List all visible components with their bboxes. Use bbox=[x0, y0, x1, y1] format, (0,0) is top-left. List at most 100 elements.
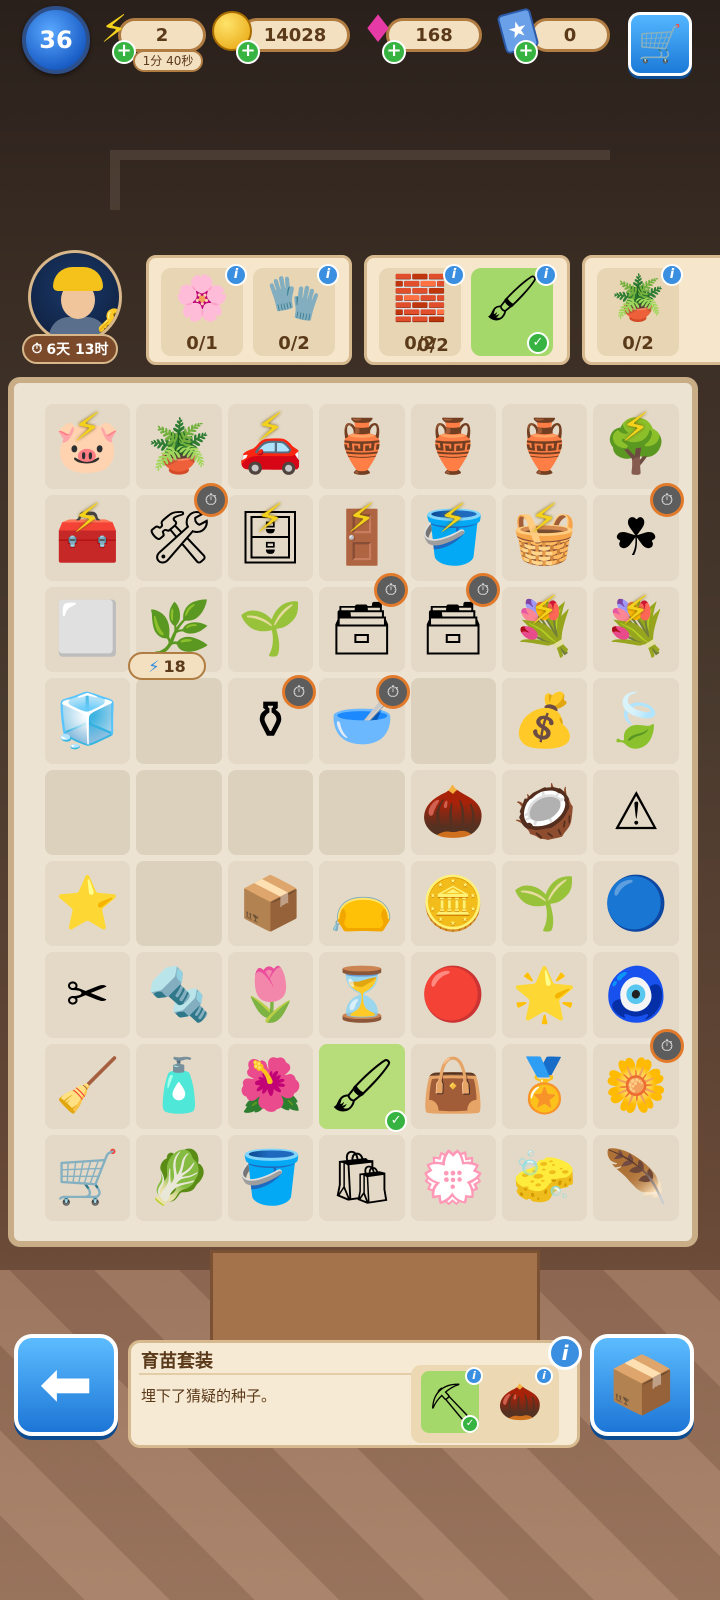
customer-timer-text: 6天 13时 bbox=[46, 342, 109, 358]
seed-sack-item[interactable]: 👜 bbox=[410, 1043, 496, 1130]
energy-bubble-item[interactable]: 🔵 bbox=[593, 860, 679, 947]
rake-item[interactable]: 🧹 bbox=[45, 1043, 131, 1130]
arrow-left-icon: ⬅ bbox=[39, 1348, 93, 1422]
info-icon[interactable]: i bbox=[661, 264, 683, 286]
level-badge[interactable]: 36 bbox=[22, 6, 90, 74]
star-card-value: 0 bbox=[563, 24, 577, 46]
glass-cabinet-item[interactable]: 🚪 ⚡ bbox=[319, 495, 405, 581]
toolbox-item[interactable]: 🧰 ⚡ bbox=[45, 495, 131, 581]
moss-pot-item[interactable]: 🥬 bbox=[136, 1135, 222, 1221]
seed-bag-item[interactable]: 👝 bbox=[319, 860, 405, 947]
wheelbarrow-item[interactable]: 🛒 bbox=[45, 1135, 131, 1221]
order-item-orchid[interactable]: 🌸 0/1 i bbox=[161, 264, 247, 356]
order-item-fern[interactable]: 🪴 0/2 i bbox=[597, 264, 683, 356]
blue-star-badge-item[interactable]: 🌟 bbox=[501, 952, 588, 1038]
porcelain-vase-item[interactable]: 🏺 bbox=[319, 404, 405, 490]
order-card-3[interactable]: 🪴 0/2 i bbox=[582, 255, 720, 365]
order-card-1[interactable]: 🌸 0/1 i 🧤 0/2 i bbox=[146, 255, 352, 365]
warning-sign-item[interactable]: ⚠ bbox=[593, 769, 679, 855]
blue-star-item[interactable]: ⭐ bbox=[45, 860, 131, 947]
info-icon[interactable]: i bbox=[535, 1367, 553, 1385]
info-icon[interactable]: i bbox=[465, 1367, 483, 1385]
bonsai-tree-item[interactable]: 🌳 ⚡ bbox=[593, 404, 679, 490]
top-hud: 36 2 ⚡ + 1分 40秒 14028 + 168 ♦ + 0 ★ + 🛒 bbox=[0, 0, 720, 90]
lily-bouquet-item[interactable]: 💮 bbox=[410, 1135, 496, 1221]
toy-car-item[interactable]: 🚗 ⚡ bbox=[227, 404, 314, 490]
sponge-item[interactable]: 🧽 bbox=[501, 1135, 588, 1221]
shop-cart-button[interactable]: 🛒 bbox=[628, 12, 692, 76]
empty-cell[interactable] bbox=[136, 769, 222, 855]
info-button[interactable]: i bbox=[548, 1336, 582, 1370]
seeds-item[interactable]: 🌰 bbox=[410, 769, 496, 855]
tulip-pot-item[interactable]: 🌺 bbox=[227, 1043, 314, 1130]
info-icon[interactable]: i bbox=[225, 264, 247, 286]
fern-icon: 🪴 bbox=[610, 273, 666, 324]
locket-item[interactable]: 🧿 bbox=[593, 952, 679, 1038]
checkmark-icon: ✓ bbox=[385, 1109, 408, 1132]
item-description: 埋下了猜疑的种子。 bbox=[141, 1387, 277, 1405]
order-item-gloves[interactable]: 🧤 0/2 i bbox=[253, 264, 339, 356]
empty-cell[interactable] bbox=[319, 769, 405, 855]
timer-icon: ⏱ bbox=[650, 1029, 684, 1063]
tool-bucket-item[interactable]: 🪣 ⚡ bbox=[410, 495, 496, 581]
sack-pile-item[interactable]: 🛍 bbox=[319, 1135, 405, 1221]
locked-energy-icon: ⚡ bbox=[73, 405, 102, 451]
locked-energy-icon: ⚡ bbox=[73, 496, 102, 543]
divider bbox=[139, 1373, 419, 1375]
flower-urn-item[interactable]: 💐 ⚡ bbox=[593, 586, 679, 673]
tulip-sprout-item[interactable]: 🌷 bbox=[227, 952, 314, 1038]
info-icon[interactable]: i bbox=[535, 264, 557, 286]
pruning-shears-item[interactable]: ✂ bbox=[45, 952, 131, 1038]
bucket-item[interactable]: 🪣 bbox=[227, 1135, 314, 1221]
merge-board: 🐷 ⚡ 🪴 🚗 ⚡ 🏺 🏺 🏺 🌳 ⚡ 🧰 ⚡ 🛠 🗄 ⚡ 🚪 ⚡ 🪣 ⚡ 🧺 ⚡ ☘ ⬜ 🌿 … bbox=[8, 377, 698, 1247]
order-item-count: 0/2 bbox=[417, 335, 449, 356]
order-item-roller[interactable]: 🖌 i ✓ bbox=[471, 264, 557, 356]
sprout-item[interactable]: 🌱 bbox=[501, 860, 588, 947]
cabinet-item[interactable]: 🗄 ⚡ bbox=[227, 495, 314, 581]
board-grid: 🐷 ⚡ 🪴 🚗 ⚡ 🏺 🏺 🏺 🌳 ⚡ 🧰 ⚡ 🛠 🗄 ⚡ 🚪 ⚡ 🪣 ⚡ 🧺 ⚡ ☘ ⬜ 🌿 … bbox=[42, 401, 682, 1233]
empty-cell[interactable] bbox=[136, 860, 222, 947]
detergent-bottle-item[interactable]: 🧴 bbox=[136, 1043, 222, 1130]
coin-value: 14028 bbox=[263, 24, 327, 46]
piggy-bank-item[interactable]: 🐷 ⚡ bbox=[45, 404, 131, 490]
seedling-pot-item[interactable]: 🌱 bbox=[227, 586, 314, 673]
info-icon[interactable]: i bbox=[317, 264, 339, 286]
timer-icon: ⏱ bbox=[650, 483, 684, 517]
screws-item[interactable]: 🔩 bbox=[136, 952, 222, 1038]
porcelain-vase-item[interactable]: 🏺 bbox=[410, 404, 496, 490]
soil-pot-item[interactable]: 🥥 bbox=[501, 769, 588, 855]
seed-packet-item[interactable]: 📦 bbox=[227, 860, 314, 947]
leaf-token-item[interactable]: 🍃 bbox=[593, 678, 679, 764]
flower-urn-item[interactable]: 💐 ⚡ bbox=[501, 586, 588, 673]
shovel-item-slot[interactable]: ⛏ ✓ i bbox=[421, 1367, 483, 1433]
box-icon: 📦 bbox=[607, 1353, 677, 1418]
star-card-counter[interactable]: 0 bbox=[530, 18, 610, 52]
info-icon[interactable]: i bbox=[443, 264, 465, 286]
feather-duster-item[interactable]: 🪶 bbox=[593, 1135, 679, 1221]
pillow-item[interactable]: ⬜ bbox=[45, 586, 131, 673]
porcelain-vase-item[interactable]: 🏺 bbox=[501, 404, 588, 490]
seed-item-slot[interactable]: 🌰 i bbox=[491, 1367, 553, 1433]
add-gems-button[interactable]: + bbox=[382, 40, 406, 64]
gold-medal-item[interactable]: 🏅 bbox=[501, 1043, 588, 1130]
empty-cell[interactable] bbox=[136, 678, 222, 764]
storage-box-button[interactable]: 📦 bbox=[590, 1334, 694, 1436]
empty-cell[interactable] bbox=[410, 678, 496, 764]
back-button[interactable]: ⬅ bbox=[14, 1334, 118, 1436]
empty-cell[interactable] bbox=[227, 769, 314, 855]
garden-tool-pot-item[interactable]: 🧺 ⚡ bbox=[501, 495, 588, 581]
add-coins-button[interactable]: + bbox=[236, 40, 260, 64]
potted-plant-item[interactable]: 🪴 bbox=[136, 404, 222, 490]
add-star-cards-button[interactable]: + bbox=[514, 40, 538, 64]
energy-orb-item[interactable]: 🔴 bbox=[410, 952, 496, 1038]
gold-coins-item[interactable]: 🪙 bbox=[410, 860, 496, 947]
empty-cell[interactable] bbox=[45, 769, 131, 855]
energy-timer: 1分 40秒 bbox=[133, 50, 203, 72]
clock-icon: ⏱ bbox=[31, 341, 43, 357]
key-icon: 🔑 bbox=[97, 309, 122, 334]
paint-roller-item[interactable]: 🖌 ✓ bbox=[319, 1043, 408, 1132]
coin-pile-item[interactable]: 💰 bbox=[501, 678, 588, 764]
hourglass-item[interactable]: ⏳ bbox=[319, 952, 405, 1038]
seed-tray-generator[interactable]: 🧊 bbox=[45, 678, 131, 764]
customer-avatar[interactable]: 🔑 bbox=[28, 250, 122, 344]
